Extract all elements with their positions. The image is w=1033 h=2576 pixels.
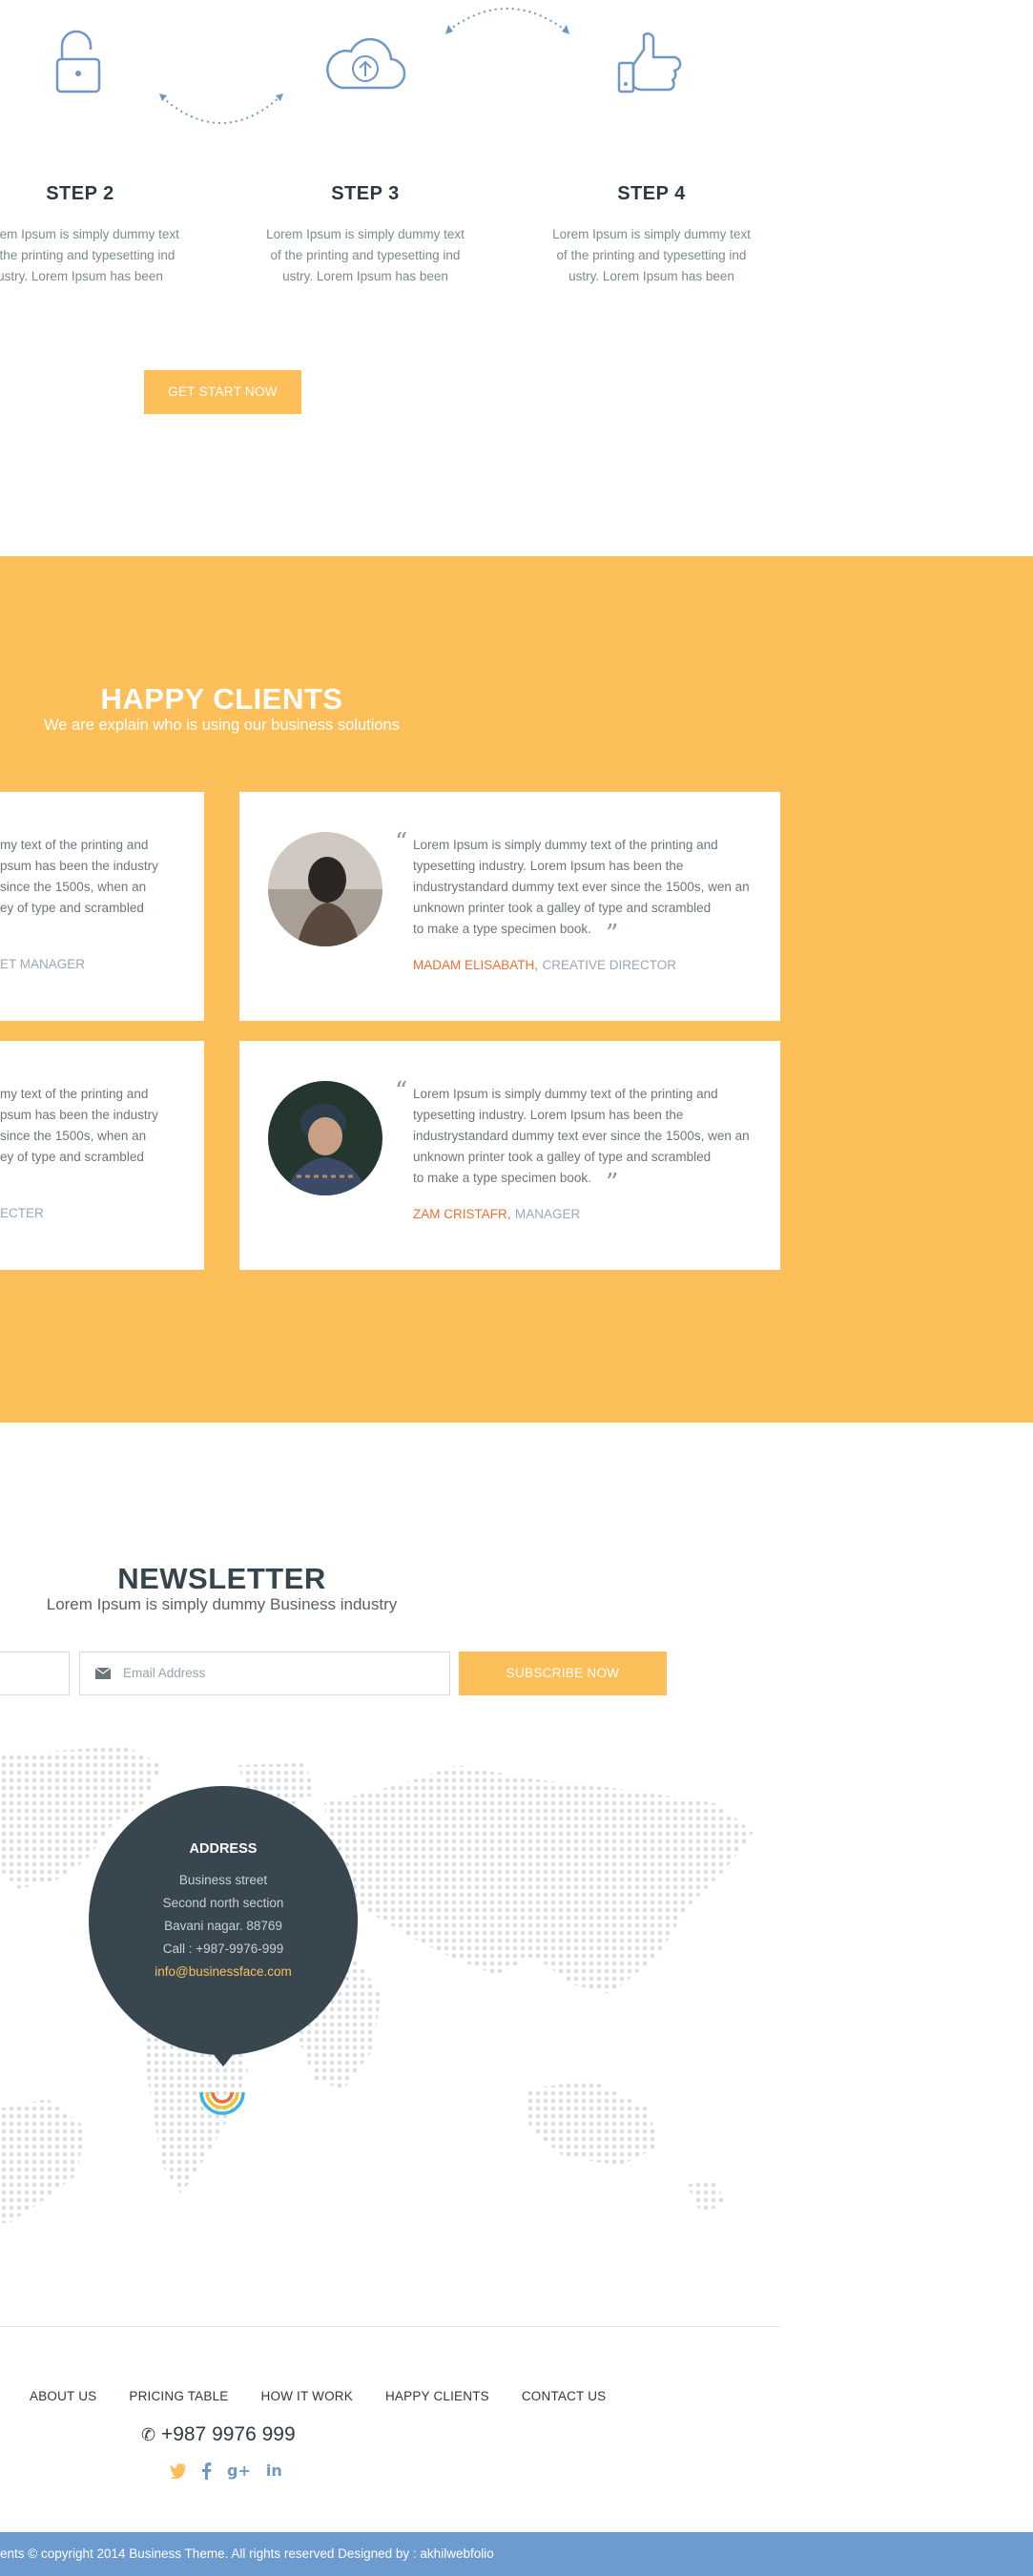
testimonial-card: my text of the printing and psum has bee… <box>0 792 204 1021</box>
flow-arrow-icon <box>445 8 569 34</box>
open-quote-icon: “ <box>395 828 408 857</box>
client-avatar <box>268 832 382 946</box>
google-plus-icon[interactable]: g+ <box>227 2462 251 2480</box>
address-email-link[interactable]: info@businessface.com <box>89 1964 358 1979</box>
footer-link-how-it-work[interactable]: HOW IT WORK <box>261 2389 353 2403</box>
cloud-upload-icon <box>326 37 406 90</box>
email-field[interactable]: Email Address <box>79 1652 450 1695</box>
bubble-pointer <box>211 2051 236 2067</box>
address-line: Second north section <box>162 1896 284 1910</box>
client-role: ECTER <box>0 1206 44 1220</box>
close-quote-icon: ” <box>606 920 619 948</box>
footer-link-happy-clients[interactable]: HAPPY CLIENTS <box>385 2389 489 2403</box>
testimonial-text: Lorem Ipsum is simply dummy text of the … <box>413 1087 750 1185</box>
testimonial-card: my text of the printing and psum has bee… <box>0 1041 204 1270</box>
client-role: ET MANAGER <box>0 957 86 971</box>
newsletter-subtitle: Lorem Ipsum is simply dummy Business ind… <box>46 1595 398 1613</box>
address-phone: Call : +987-9976-999 <box>162 1942 284 1956</box>
step-2-text: Lorem Ipsum is simply dummy text of the … <box>0 227 179 283</box>
email-placeholder: Email Address <box>123 1666 206 1680</box>
copyright-bar: ents © copyright 2014 Business Theme. Al… <box>0 2532 1033 2576</box>
flow-arrow-icon <box>159 93 283 124</box>
footer-link-contact[interactable]: CONTACT US <box>522 2389 607 2403</box>
name-field[interactable] <box>0 1652 70 1695</box>
step-3-title: STEP 3 <box>331 183 400 204</box>
step-4-title: STEP 4 <box>617 183 686 204</box>
newsletter-title: NEWSLETTER <box>117 1562 326 1595</box>
world-map <box>0 1746 754 2223</box>
step-4-text: Lorem Ipsum is simply dummy text of the … <box>552 227 751 283</box>
step-3-text: Lorem Ipsum is simply dummy text of the … <box>266 227 465 283</box>
social-links: g+ in <box>170 2462 282 2480</box>
unlock-icon <box>55 30 101 93</box>
footer-link-about[interactable]: ABOUT US <box>30 2389 96 2403</box>
footer-link-pricing[interactable]: PRICING TABLE <box>129 2389 228 2403</box>
clients-title: HAPPY CLIENTS <box>100 682 343 716</box>
client-avatar <box>268 1081 382 1195</box>
linkedin-icon[interactable]: in <box>266 2462 282 2480</box>
footer-divider <box>0 2326 780 2327</box>
subscribe-button[interactable]: SUBSCRIBE NOW <box>459 1652 667 1695</box>
envelope-icon <box>95 1668 111 1679</box>
location-marker-icon <box>199 2091 245 2115</box>
phone-icon: ✆ <box>141 2425 156 2444</box>
step-2-title: STEP 2 <box>46 183 114 204</box>
address-title: ADDRESS <box>189 1841 258 1857</box>
client-name: MADAM ELISABATH, <box>413 958 539 972</box>
clients-subtitle: We are explain who is using our business… <box>44 717 400 734</box>
thumbs-up-icon <box>617 32 682 93</box>
client-role: MANAGER <box>514 1207 581 1221</box>
client-credit: MADAM ELISABATH, CREATIVE DIRECTOR <box>413 957 676 974</box>
get-start-now-button[interactable]: GET START NOW <box>144 370 301 414</box>
address-line: Business street <box>178 1873 268 1887</box>
address-line: Bavani nagar. 88769 <box>164 1919 282 1933</box>
testimonial-text: Lorem Ipsum is simply dummy text of the … <box>413 838 750 936</box>
client-name: ZAM CRISTAFR, <box>413 1207 511 1221</box>
testimonial-card: “ Lorem Ipsum is simply dummy text of th… <box>239 792 780 1021</box>
twitter-icon[interactable] <box>170 2462 187 2479</box>
footer-phone: ✆ +987 9976 999 <box>141 2423 296 2445</box>
copyright-text: ents © copyright 2014 Business Theme. Al… <box>0 2546 494 2561</box>
client-role: CREATIVE DIRECTOR <box>542 958 677 972</box>
client-credit: ZAM CRISTAFR, MANAGER <box>413 1206 580 1223</box>
close-quote-icon: ” <box>606 1169 619 1197</box>
footer-nav: ABOUT US PRICING TABLE HOW IT WORK HAPPY… <box>30 2389 606 2403</box>
facebook-icon[interactable] <box>202 2462 212 2480</box>
testimonial-card: “ Lorem Ipsum is simply dummy text of th… <box>239 1041 780 1270</box>
open-quote-icon: “ <box>395 1077 408 1106</box>
